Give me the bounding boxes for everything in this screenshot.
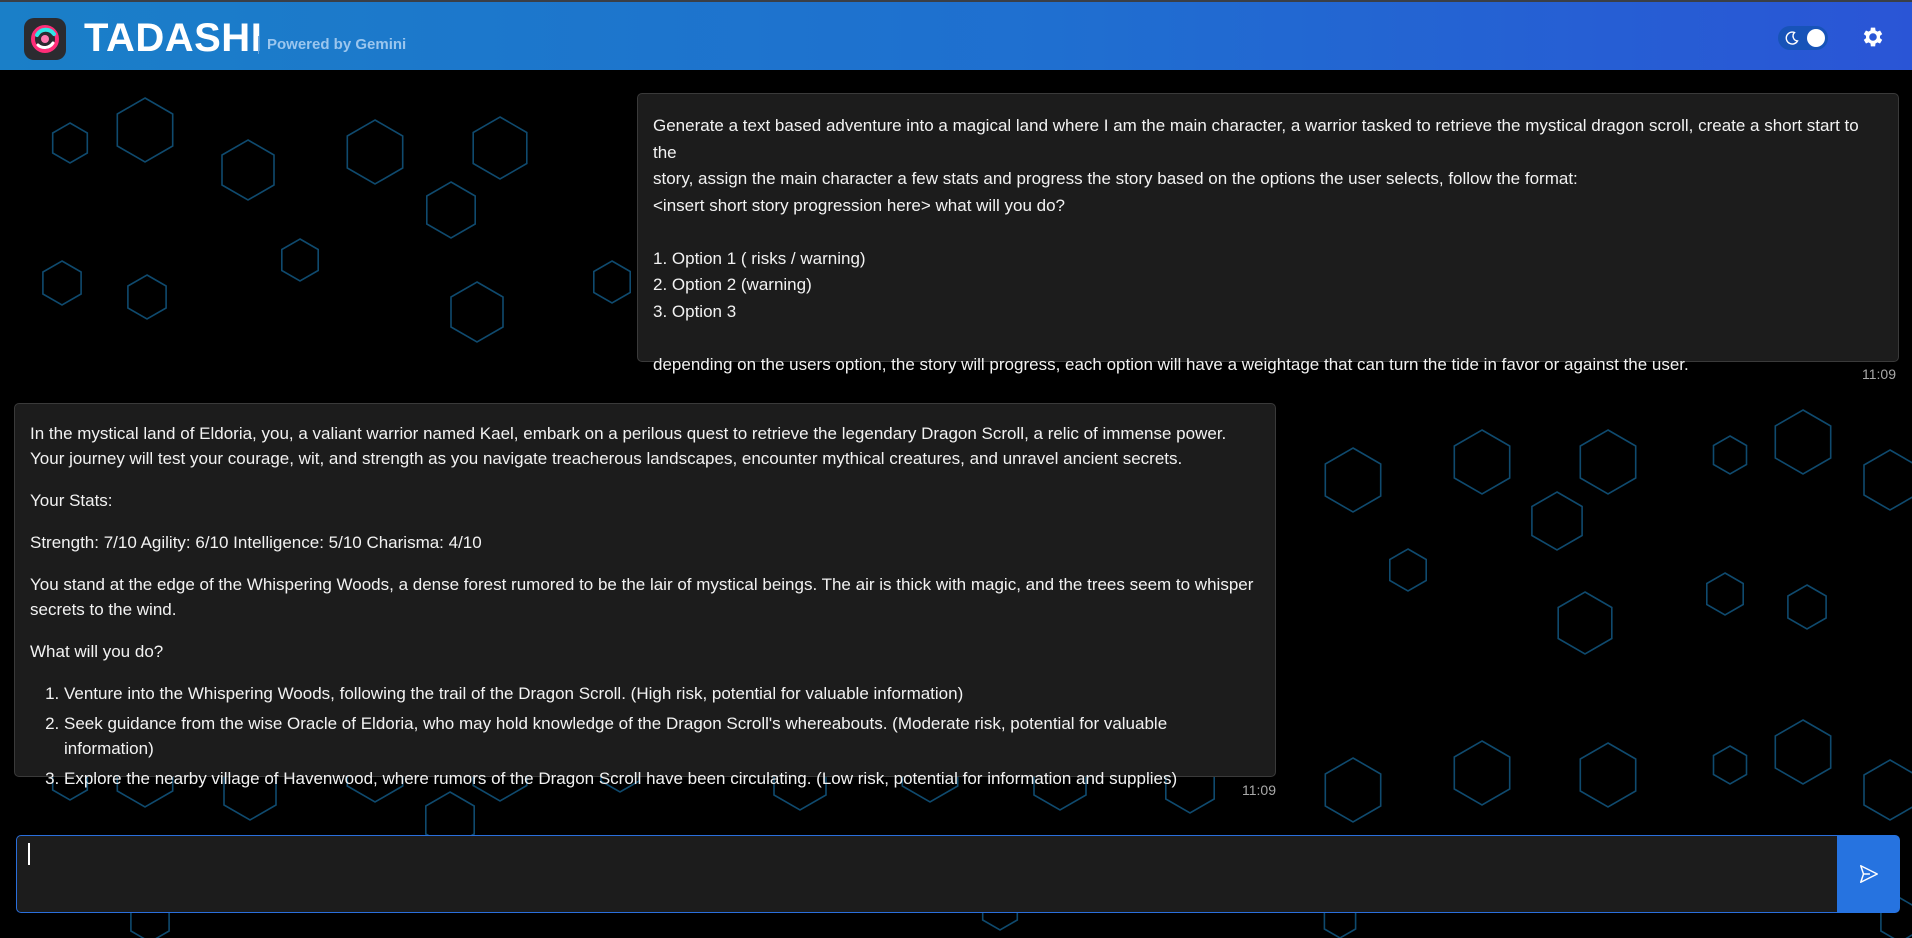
app-logo <box>24 18 66 60</box>
background-hexagon <box>1453 740 1511 806</box>
background-hexagon <box>472 116 528 180</box>
background-hexagon <box>280 238 320 282</box>
background-hexagon <box>1389 548 1427 592</box>
text-caret <box>28 843 30 865</box>
message-input-wrapper <box>16 835 1837 913</box>
user-message-line: 2. Option 2 (warning) <box>653 275 812 294</box>
story-intro: In the mystical land of Eldoria, you, a … <box>30 424 1227 468</box>
user-message-timestamp: 11:09 <box>1862 366 1896 382</box>
background-hexagon <box>221 139 275 201</box>
app-title: TADASHI <box>84 16 263 60</box>
background-hexagon <box>450 281 504 343</box>
background-hexagon <box>1453 429 1511 495</box>
background-hexagon <box>1706 572 1744 616</box>
background-hexagon <box>1787 584 1827 630</box>
assistant-message-timestamp: 11:09 <box>1242 782 1276 798</box>
user-message: Generate a text based adventure into a m… <box>637 93 1899 374</box>
user-message-line <box>653 219 1883 246</box>
user-message-line: 1. Option 1 ( risks / warning) <box>653 248 866 268</box>
background-hexagon <box>1863 759 1912 821</box>
background-hexagon <box>1774 719 1832 785</box>
stats-line: Strength: 7/10 Agility: 6/10 Intelligenc… <box>30 533 482 552</box>
option-item: Explore the nearby village of Havenwood,… <box>64 766 1260 791</box>
background-hexagon <box>1774 409 1832 475</box>
send-icon <box>1859 865 1878 883</box>
story-question: What will you do? <box>30 642 164 661</box>
send-button[interactable] <box>1837 835 1900 913</box>
option-item: Seek guidance from the wise Oracle of El… <box>64 711 1260 761</box>
background-hexagon <box>592 260 632 304</box>
background-hexagon <box>1712 435 1748 475</box>
theme-toggle-knob <box>1807 29 1825 47</box>
message-input[interactable] <box>16 835 1837 913</box>
top-bar: TADASHI Powered by Gemini <box>0 0 1912 70</box>
user-message-line: 3. Option 3 <box>653 301 737 321</box>
assistant-message: In the mystical land of Eldoria, you, a … <box>14 403 1276 788</box>
background-hexagon <box>1712 745 1748 785</box>
user-message-line: <insert short story progression here> wh… <box>653 195 1065 215</box>
background-hexagon <box>425 181 477 239</box>
background-hexagon <box>127 274 167 320</box>
user-message-line <box>653 325 1883 352</box>
gear-icon <box>1863 27 1883 47</box>
theme-toggle[interactable] <box>1778 26 1828 50</box>
background-hexagon <box>1324 757 1382 823</box>
background-hexagon <box>42 260 82 306</box>
user-message-line: depending on the users option, the story… <box>653 354 1689 374</box>
moon-icon <box>1785 31 1799 45</box>
background-hexagon <box>1863 449 1912 511</box>
background-hexagon <box>1579 429 1637 495</box>
background-hexagon <box>1324 447 1382 513</box>
background-hexagon <box>116 97 174 163</box>
user-message-line: story, assign the main character a few s… <box>653 169 1578 188</box>
settings-button[interactable] <box>1860 24 1886 50</box>
logo-icon <box>31 25 59 53</box>
background-hexagon <box>1531 491 1583 551</box>
background-hexagon <box>51 122 89 164</box>
message-composer <box>16 835 1900 913</box>
background-hexagon <box>1557 591 1613 655</box>
option-item: Venture into the Whispering Woods, follo… <box>64 681 1260 706</box>
background-hexagon <box>1579 742 1637 808</box>
powered-by-label: Powered by Gemini <box>258 36 406 54</box>
stats-heading: Your Stats: <box>30 491 113 510</box>
background-hexagon <box>346 119 404 185</box>
options-list: Venture into the Whispering Woods, follo… <box>30 681 1260 791</box>
user-message-line: Generate a text based adventure into a m… <box>653 116 1864 162</box>
story-scene: You stand at the edge of the Whispering … <box>30 575 1254 619</box>
